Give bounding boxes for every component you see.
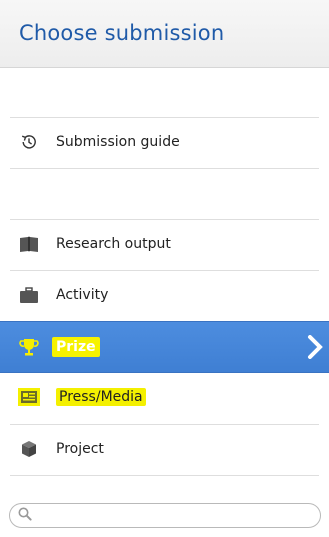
submission-panel: Choose submission Submission guide Resea… bbox=[0, 0, 329, 537]
menu-item-research-output[interactable]: Research output bbox=[10, 219, 319, 267]
search-box[interactable] bbox=[9, 503, 321, 528]
menu-item-label: Submission guide bbox=[56, 133, 180, 150]
divider bbox=[10, 168, 319, 169]
menu-item-prize[interactable]: Prize bbox=[0, 321, 329, 373]
menu-item-label: Activity bbox=[56, 286, 109, 303]
menu-item-activity[interactable]: Activity bbox=[10, 270, 319, 318]
briefcase-icon bbox=[18, 285, 40, 305]
newspaper-icon bbox=[18, 387, 40, 407]
search-input[interactable] bbox=[38, 507, 320, 524]
trophy-icon bbox=[18, 337, 40, 357]
page-title: Choose submission bbox=[19, 21, 225, 45]
menu-item-label: Prize bbox=[52, 337, 100, 357]
cube-icon bbox=[18, 439, 40, 459]
menu-item-label: Press/Media bbox=[56, 388, 146, 406]
menu-item-press-media[interactable]: Press/Media bbox=[10, 373, 319, 421]
menu-item-label: Project bbox=[56, 440, 104, 457]
highlighted-text: Press/Media bbox=[56, 388, 146, 406]
panel-header: Choose submission bbox=[0, 0, 329, 68]
menu-item-label: Research output bbox=[56, 235, 171, 252]
menu-item-submission-guide[interactable]: Submission guide bbox=[10, 117, 319, 165]
menu-item-project[interactable]: Project bbox=[10, 424, 319, 472]
book-icon bbox=[18, 234, 40, 254]
clock-history-icon bbox=[18, 132, 40, 152]
chevron-right-icon bbox=[307, 335, 323, 359]
search-icon bbox=[18, 506, 32, 525]
divider bbox=[10, 475, 319, 476]
